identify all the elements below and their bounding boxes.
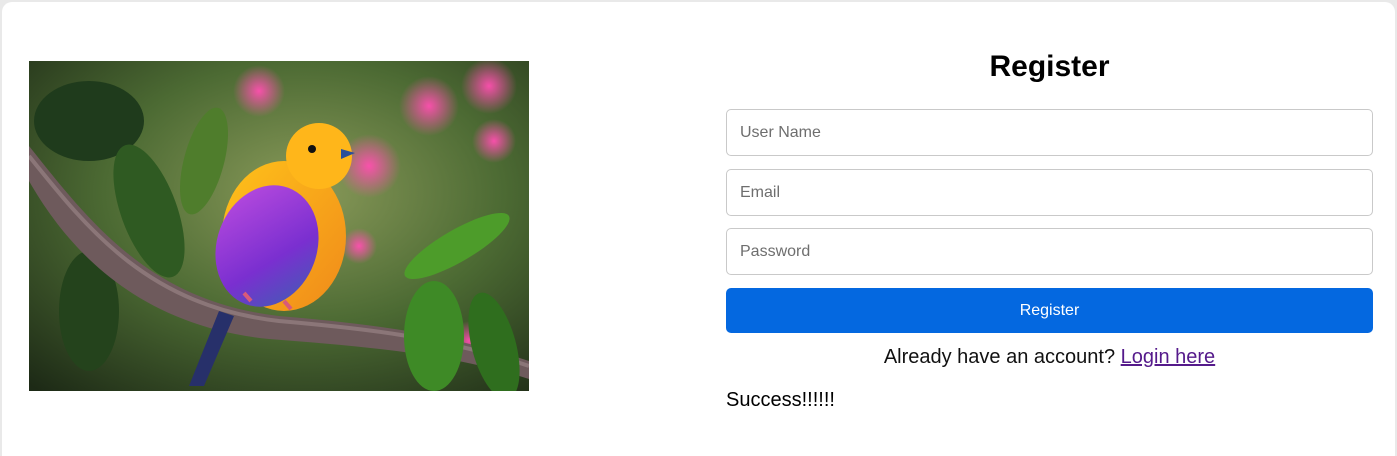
register-button[interactable]: Register	[726, 288, 1373, 333]
form-title: Register	[989, 50, 1110, 83]
bird-photo	[29, 61, 529, 391]
register-card: Register Register Already have an accoun…	[2, 2, 1395, 456]
status-message: Success!!!!!!	[726, 389, 835, 411]
email-input[interactable]	[726, 169, 1373, 216]
username-input[interactable]	[726, 109, 1373, 156]
login-link[interactable]: Login here	[1121, 346, 1216, 368]
password-input[interactable]	[726, 228, 1373, 275]
login-prompt-text: Already have an account?	[883, 346, 1116, 368]
login-prompt-line: Already have an account? Login here	[726, 344, 1373, 370]
